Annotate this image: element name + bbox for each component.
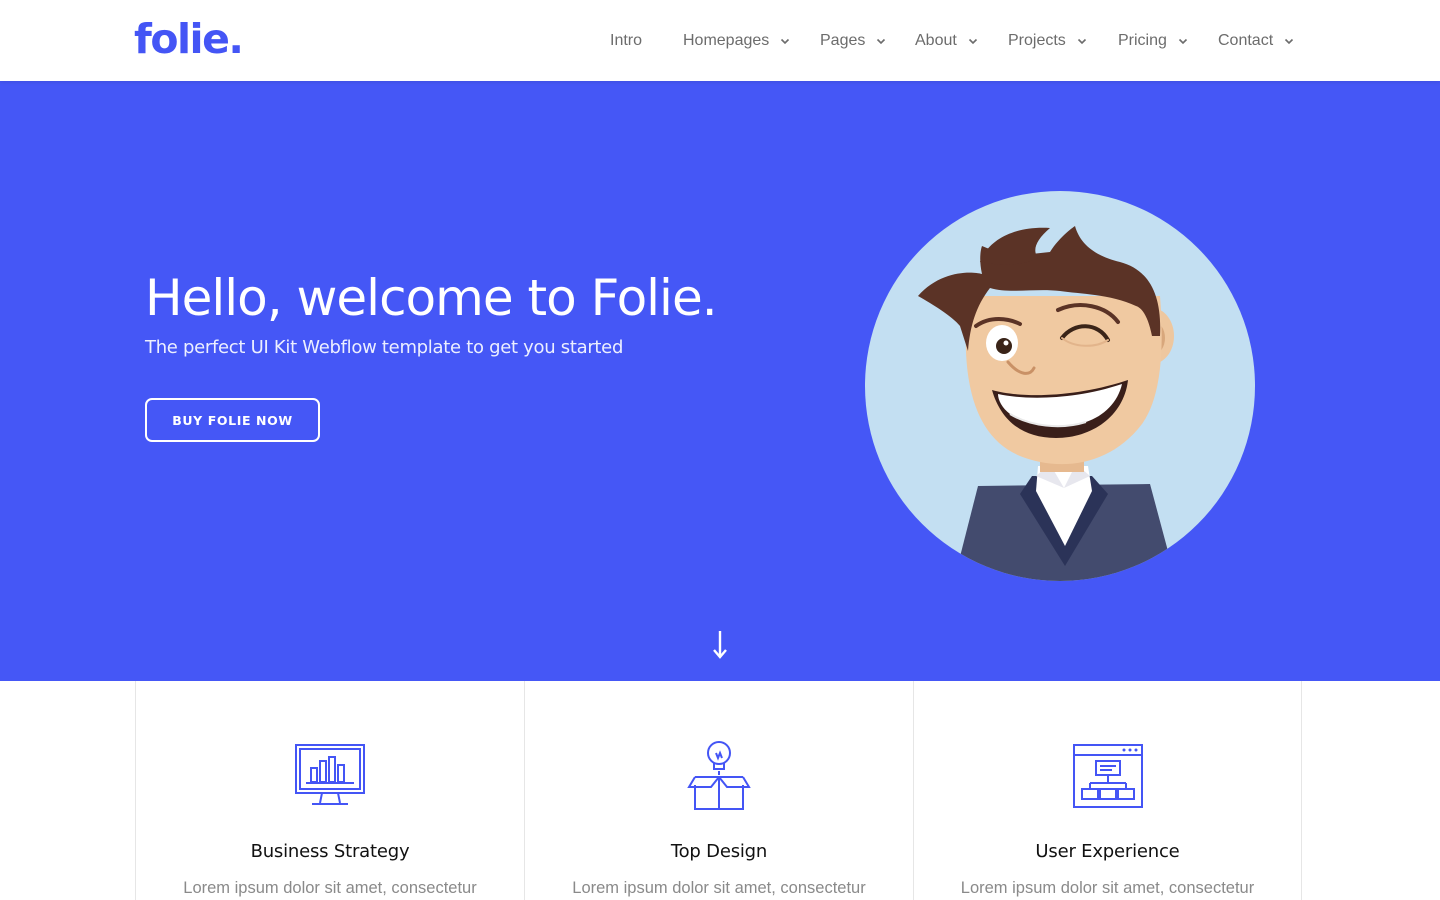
arrow-down-icon[interactable] [708, 629, 732, 661]
feature-title: Top Design [670, 841, 768, 862]
nav-item-label: Intro [610, 32, 643, 49]
nav-item-contact[interactable]: Contact [1218, 28, 1295, 54]
nav-item-about[interactable]: About [915, 28, 979, 54]
chevron-down-icon [875, 35, 887, 47]
feature-text: Lorem ipsum dolor sit amet, consectetur [572, 879, 866, 897]
feature-card: Business Strategy Lorem ipsum dolor sit … [135, 681, 524, 900]
feature-card: User Experience Lorem ipsum dolor sit am… [913, 681, 1302, 900]
nav-item-label: Pricing [1118, 32, 1167, 49]
feature-title: Business Strategy [250, 841, 410, 862]
monitor-bar-chart-icon [295, 744, 365, 805]
nav-item-projects[interactable]: Projects [1008, 28, 1088, 54]
nav-item-intro[interactable]: Intro [610, 28, 642, 54]
hero-section: Hello, welcome to Folie. The perfect UI … [0, 81, 1440, 681]
chevron-down-icon [1283, 35, 1295, 47]
browser-sitemap-icon [1072, 744, 1143, 808]
nav-item-label: Projects [1008, 32, 1066, 49]
lightbulb-box-icon [687, 741, 751, 810]
nav-item-homepages[interactable]: Homepages [683, 28, 791, 54]
winking-cartoon-man-avatar [865, 191, 1255, 581]
features-section: Business Strategy Lorem ipsum dolor sit … [0, 681, 1440, 900]
chevron-down-icon [967, 35, 979, 47]
chevron-down-icon [779, 35, 791, 47]
nav-item-pages[interactable]: Pages [820, 28, 887, 54]
feature-text: Lorem ipsum dolor sit amet, consectetur [183, 879, 477, 897]
buy-now-button[interactable]: BUY FOLIE NOW [145, 398, 320, 442]
nav-item-label: Homepages [683, 32, 770, 49]
feature-title: User Experience [1035, 841, 1180, 862]
site-header: folie. Intro Homepages Pages About Proje… [0, 0, 1440, 81]
nav-item-label: Pages [820, 32, 866, 49]
hero-title: Hello, welcome to Folie. [145, 269, 718, 327]
nav-item-label: About [915, 32, 957, 49]
nav-item-label: Contact [1218, 32, 1274, 49]
hero-subtitle: The perfect UI Kit Webflow template to g… [145, 337, 624, 358]
chevron-down-icon [1177, 35, 1189, 47]
main-nav: Intro Homepages Pages About Projects Pri… [0, 28, 1440, 54]
chevron-down-icon [1076, 35, 1088, 47]
nav-item-pricing[interactable]: Pricing [1118, 28, 1189, 54]
feature-card: Top Design Lorem ipsum dolor sit amet, c… [524, 681, 913, 900]
feature-text: Lorem ipsum dolor sit amet, consectetur [960, 879, 1255, 897]
